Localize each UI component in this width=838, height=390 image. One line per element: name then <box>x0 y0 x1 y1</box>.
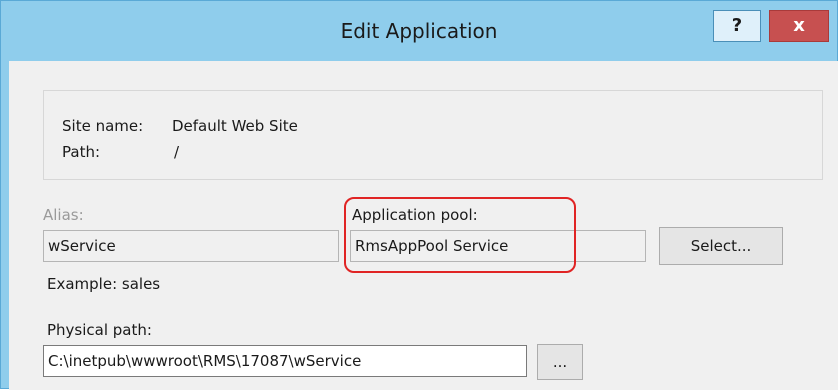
close-button[interactable]: x <box>769 10 829 42</box>
alias-input: wService <box>43 230 339 262</box>
edit-application-dialog: Edit Application ? x Site name: Default … <box>0 0 838 390</box>
browse-path-button[interactable]: ... <box>537 344 583 380</box>
select-app-pool-button[interactable]: Select... <box>659 227 783 265</box>
alias-label: Alias: <box>43 206 84 224</box>
dialog-title: Edit Application <box>340 19 498 43</box>
alias-example-text: Example: sales <box>47 275 161 293</box>
physical-path-label: Physical path: <box>47 321 152 339</box>
application-pool-input: RmsAppPool Service <box>350 230 646 262</box>
site-name-value: Default Web Site <box>172 117 298 135</box>
path-value: / <box>174 143 180 161</box>
site-info-box: Site name: Default Web Site Path: / <box>43 90 823 180</box>
title-bar[interactable]: Edit Application ? x <box>1 1 837 61</box>
physical-path-input[interactable]: C:\inetpub\wwwroot\RMS\17087\wService <box>43 345 527 377</box>
help-button[interactable]: ? <box>713 10 761 42</box>
dialog-body: Site name: Default Web Site Path: / Alia… <box>9 61 838 390</box>
site-name-label: Site name: <box>62 117 144 135</box>
application-pool-label: Application pool: <box>352 206 478 224</box>
path-label: Path: <box>62 143 101 161</box>
